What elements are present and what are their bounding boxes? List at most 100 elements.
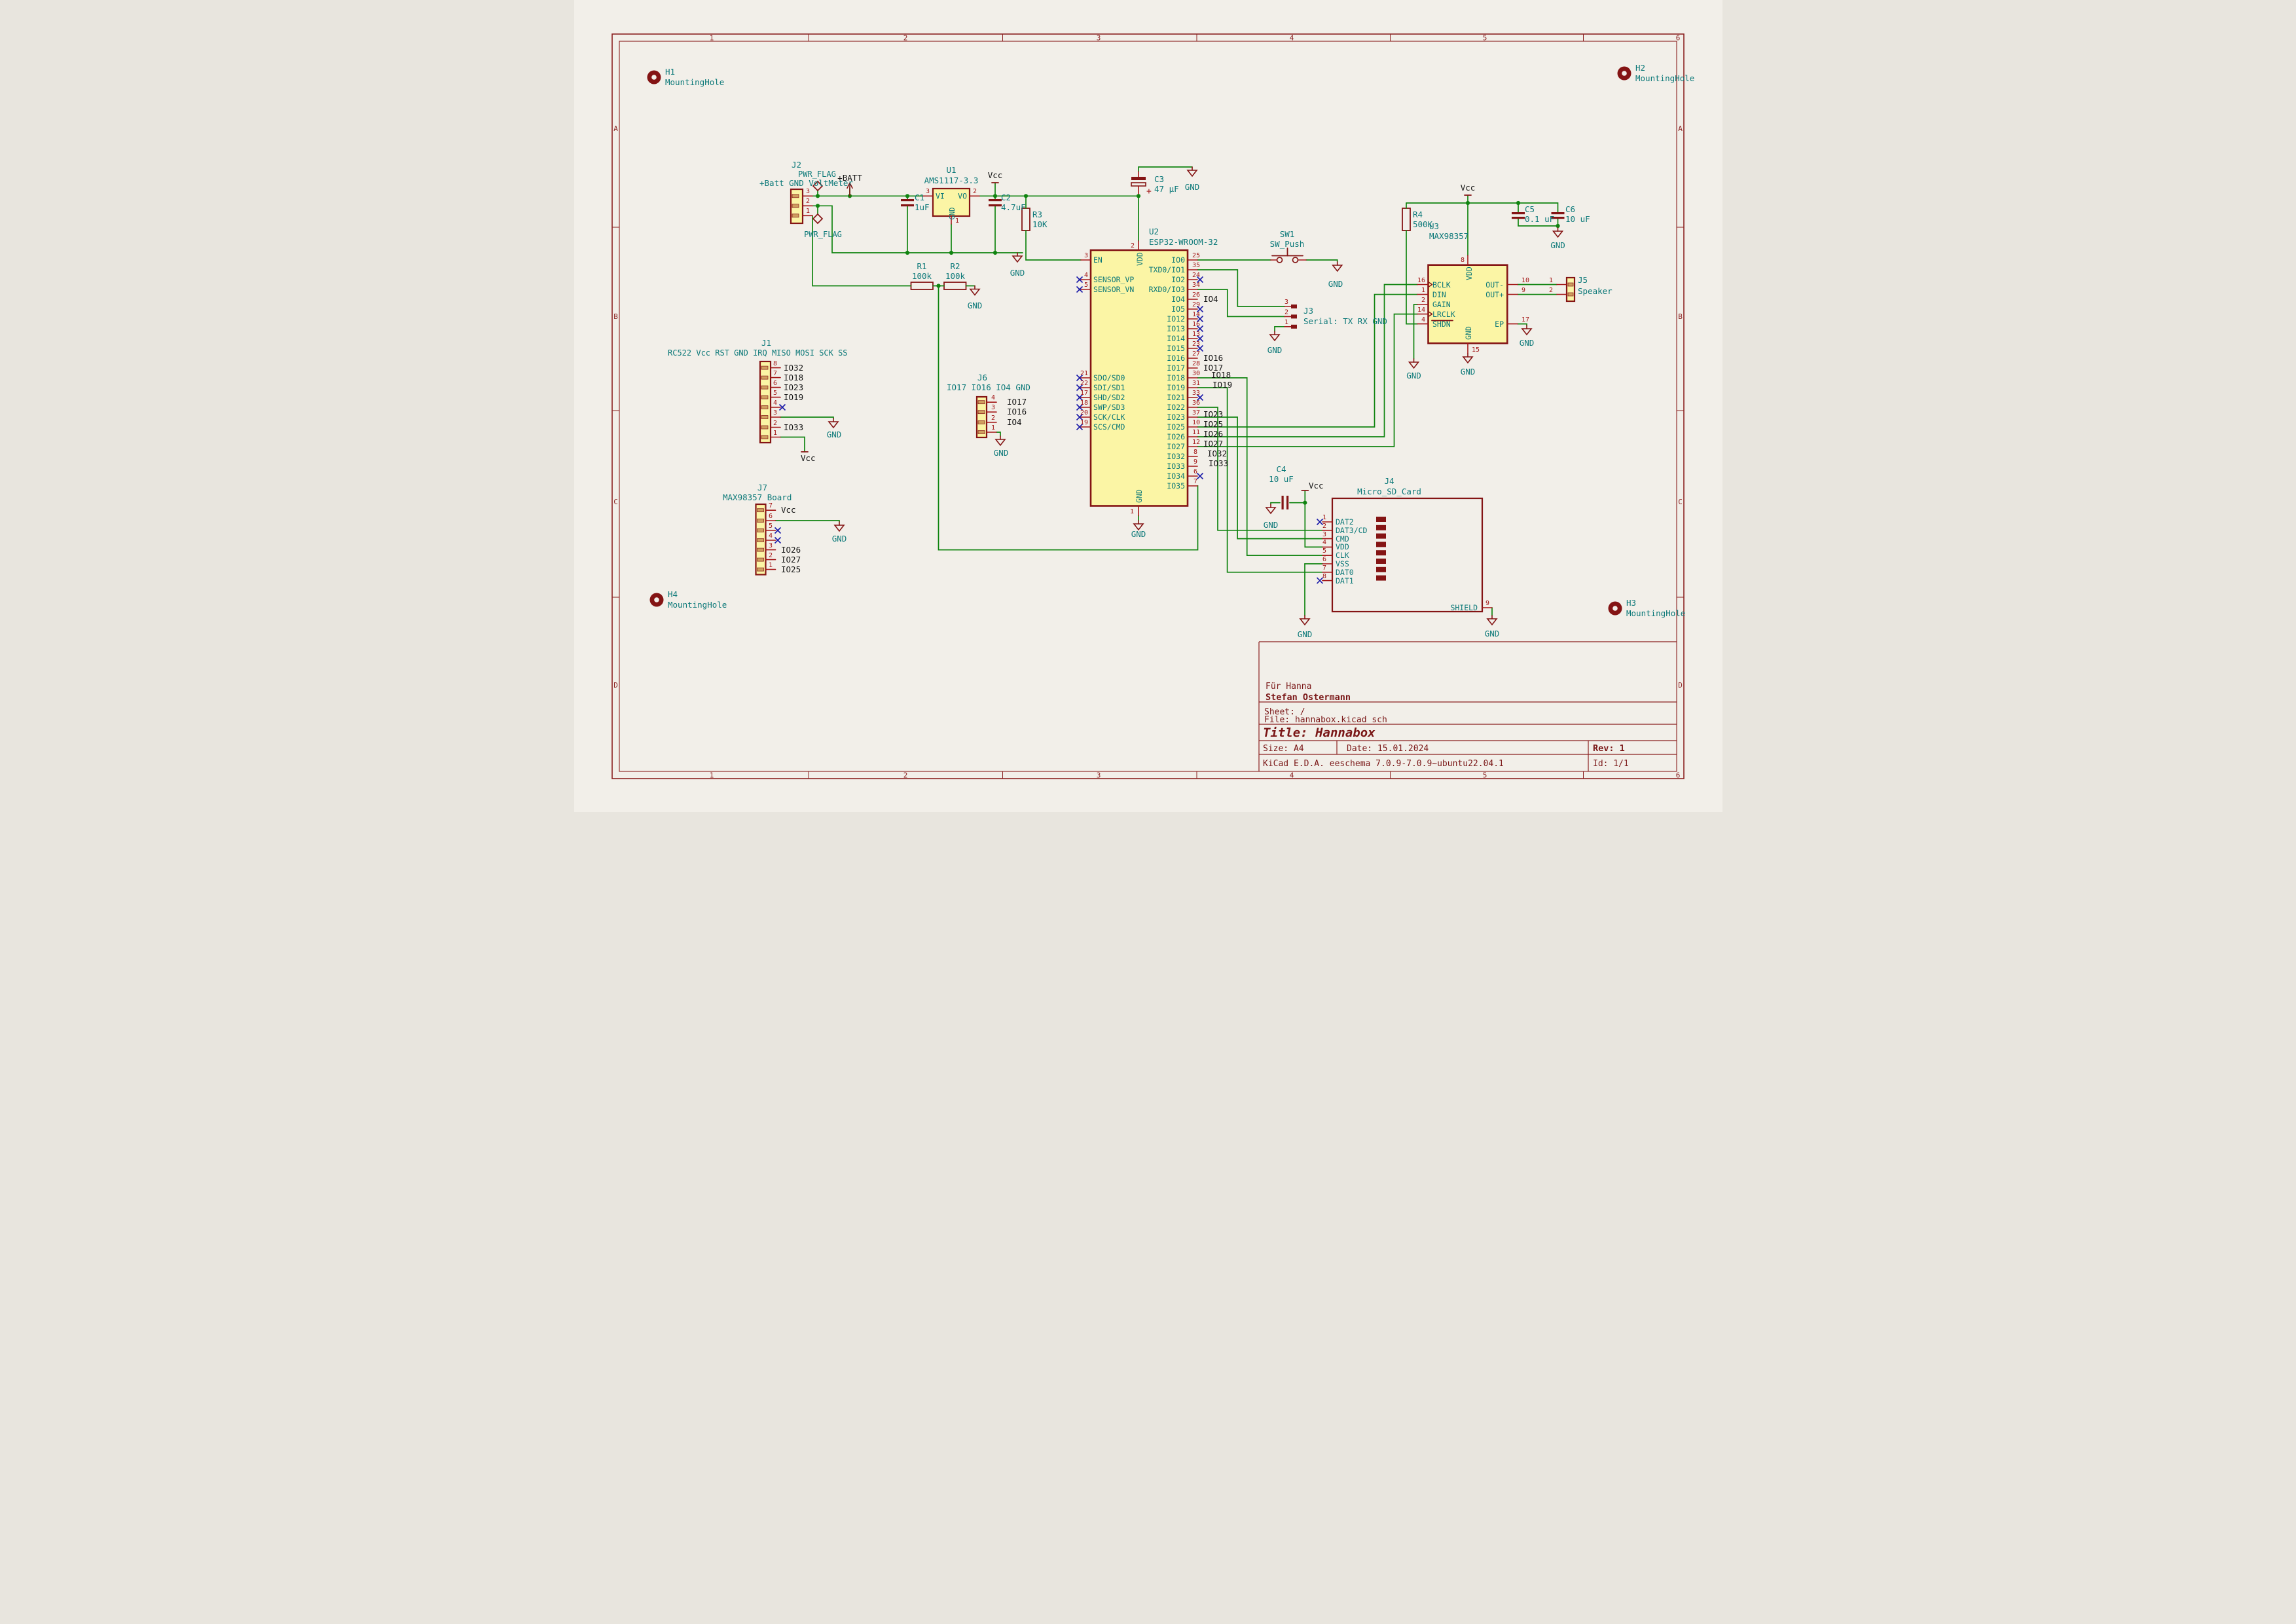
label: IO23 xyxy=(1167,413,1185,422)
label: DAT3/CD xyxy=(1336,526,1368,535)
label: 1 xyxy=(806,208,810,215)
label: ESP32-WROOM-32 xyxy=(1149,237,1218,247)
label: SDI/SD1 xyxy=(1093,383,1125,392)
label: MountingHole xyxy=(1635,73,1694,83)
label: 4 xyxy=(1289,771,1294,780)
junction-dot xyxy=(993,251,996,255)
wire xyxy=(812,206,1023,253)
label: 4 xyxy=(991,394,994,401)
label: 100k xyxy=(945,271,965,281)
label: BCLK xyxy=(1432,280,1451,289)
label: VI xyxy=(936,192,945,201)
label: SW1 xyxy=(1279,229,1294,239)
connector-pad xyxy=(761,426,768,429)
connector-pad xyxy=(761,376,768,379)
label: 17 xyxy=(1522,316,1529,323)
label: 4 xyxy=(1289,34,1294,43)
label: C3 xyxy=(1154,174,1164,184)
connector-pad xyxy=(792,214,799,217)
label: 7 xyxy=(768,502,772,509)
label: J3 xyxy=(1303,306,1313,316)
label: GND xyxy=(831,534,847,544)
label: 1 xyxy=(709,34,714,43)
label: J4 xyxy=(1384,476,1394,486)
label: IO33 xyxy=(1167,462,1185,471)
label: IO21 xyxy=(1167,393,1185,402)
label: 28 xyxy=(1192,360,1200,367)
label: GND xyxy=(1297,629,1312,639)
label: DAT0 xyxy=(1336,568,1354,577)
label: 0.1 uF xyxy=(1525,214,1554,224)
label: 10 xyxy=(1522,277,1529,284)
connector-pad xyxy=(978,401,985,404)
connector-pad xyxy=(757,539,763,542)
label: 15 xyxy=(1472,346,1480,354)
label: C xyxy=(613,498,618,506)
label: D xyxy=(1678,681,1683,690)
wire xyxy=(1305,503,1322,547)
symbol-plate xyxy=(1131,177,1146,180)
label: 29 xyxy=(1192,301,1200,308)
label: SENSOR_VP xyxy=(1093,275,1134,284)
label: 34 xyxy=(1192,282,1200,289)
label: H3 xyxy=(1626,598,1636,608)
connector-pad xyxy=(761,416,768,419)
label: 2 xyxy=(972,188,976,195)
label: 27 xyxy=(1192,350,1200,358)
junction-dot xyxy=(1136,194,1140,198)
label: SHIELD xyxy=(1450,603,1478,612)
label: LRCLK xyxy=(1432,310,1455,319)
symbol-plate xyxy=(901,199,914,201)
label: 25 xyxy=(1192,252,1200,259)
label: 100k xyxy=(911,271,932,281)
label: 1 xyxy=(1129,508,1133,515)
label: 14 xyxy=(1192,311,1200,318)
label: IO22 xyxy=(1167,403,1185,412)
label: Speaker xyxy=(1578,286,1613,296)
label: C6 xyxy=(1565,204,1575,214)
label: 2 xyxy=(1421,297,1425,304)
label: 4.7uF xyxy=(1001,202,1026,212)
label: 14 xyxy=(1417,306,1425,314)
label: IO23 xyxy=(1203,409,1223,419)
label: U1 xyxy=(946,165,956,175)
label: + xyxy=(1146,187,1152,196)
label: R1 xyxy=(917,261,926,271)
label: 3 xyxy=(768,542,772,549)
label: RXD0/IO3 xyxy=(1148,285,1184,294)
label: 3 xyxy=(1322,531,1326,538)
label: IO25 xyxy=(1167,422,1185,432)
label: MAX98357 xyxy=(1429,231,1468,241)
label: VDD xyxy=(1465,267,1474,280)
switch-contact xyxy=(1292,257,1298,263)
label: 1 xyxy=(1322,514,1326,521)
label: IO32 xyxy=(784,363,803,373)
label: Size: A4 xyxy=(1263,744,1304,754)
label: IO18 xyxy=(784,373,803,382)
label: 16 xyxy=(1192,321,1200,328)
label: IO18 xyxy=(1211,370,1231,380)
component-bodies xyxy=(756,183,1575,612)
label: 2 xyxy=(903,34,907,43)
label: 1 xyxy=(991,424,994,432)
wire xyxy=(996,432,1000,436)
label: H2 xyxy=(1635,63,1645,73)
label: 2 xyxy=(991,415,994,422)
label: Micro_SD_Card xyxy=(1357,487,1421,496)
label: 21 xyxy=(1080,370,1087,377)
label: 1 xyxy=(768,562,772,569)
label: SCK/CLK xyxy=(1093,413,1125,422)
label: Title: Hannabox xyxy=(1263,726,1376,740)
label: MountingHole xyxy=(1626,608,1685,618)
label: IO25 xyxy=(1203,419,1223,429)
label: GND xyxy=(1131,529,1146,539)
label: 5 xyxy=(768,523,772,530)
gnd-symbol xyxy=(1300,619,1309,625)
label: U3 xyxy=(1429,221,1439,231)
connector-pad xyxy=(761,396,768,399)
label: IO19 xyxy=(1212,380,1232,390)
junction-dot xyxy=(815,194,819,198)
label: 7 xyxy=(1322,564,1326,572)
wire xyxy=(780,417,833,418)
label: 3 xyxy=(806,188,810,195)
